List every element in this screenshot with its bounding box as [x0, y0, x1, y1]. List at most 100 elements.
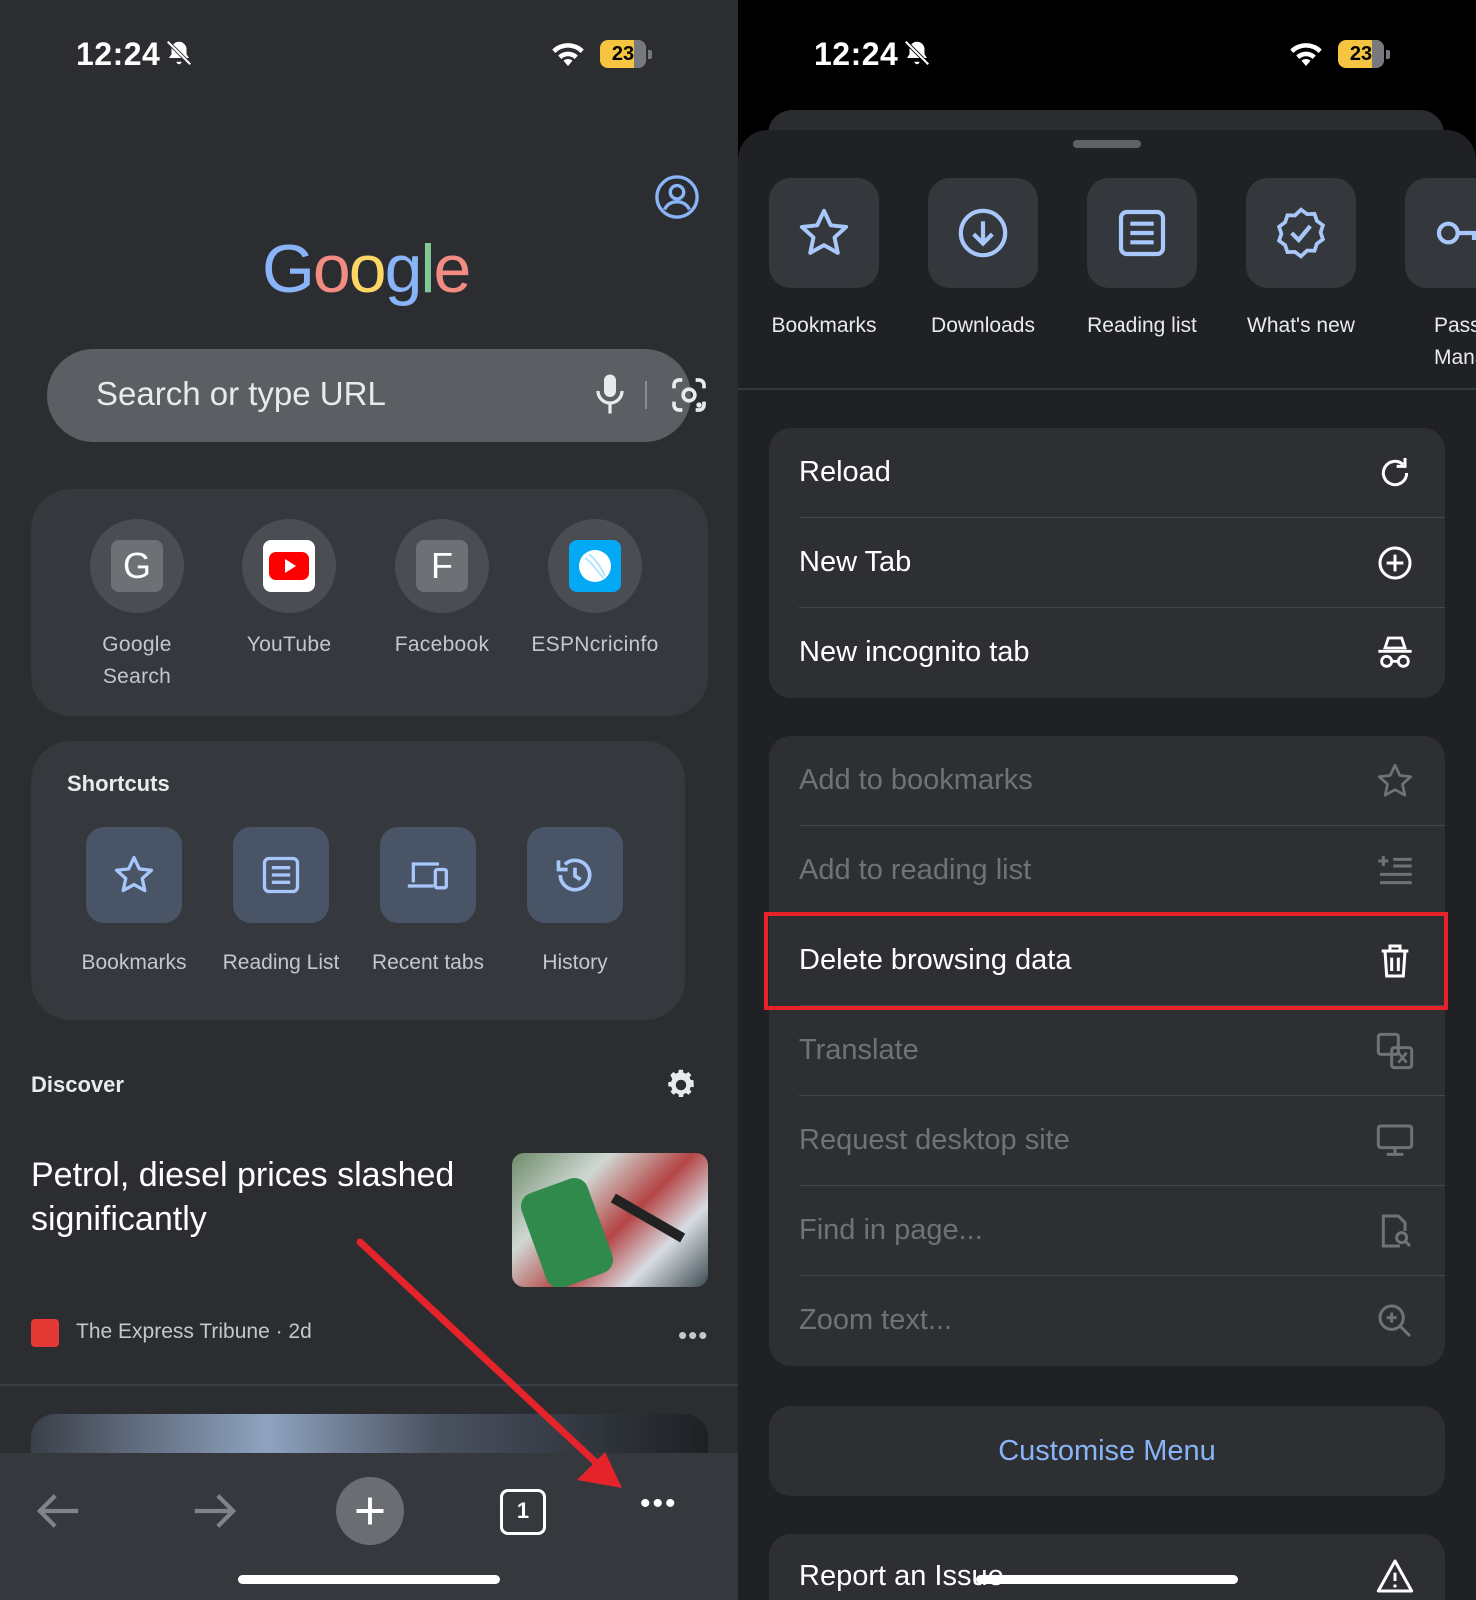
- desktop-icon: [1376, 1124, 1414, 1156]
- shortcut-recent-tabs[interactable]: Recent tabs: [358, 827, 498, 975]
- shortcut-label: Reading List: [222, 951, 340, 974]
- highlight-box: [764, 912, 1448, 1010]
- menu-item-zoom-text[interactable]: Zoom text...: [769, 1276, 1445, 1366]
- quick-action-label: Reading list: [1087, 314, 1197, 337]
- menu-item-find-in-page[interactable]: Find in page...: [769, 1186, 1445, 1276]
- wifi-icon: [1290, 43, 1322, 66]
- sheet-grabber[interactable]: [1073, 140, 1141, 148]
- star-icon: [799, 208, 849, 255]
- menu-item-add-to-reading-list[interactable]: Add to reading list: [769, 826, 1445, 916]
- new-tab-button[interactable]: [336, 1477, 404, 1545]
- star-icon: [114, 855, 154, 893]
- shortcut-label: History: [542, 951, 608, 974]
- menu-item-label: Zoom text...: [799, 1304, 953, 1336]
- google-logo-letter: G: [262, 231, 315, 307]
- article-thumbnail[interactable]: [512, 1153, 708, 1287]
- menu-item-label: Report an Issue: [799, 1560, 1004, 1592]
- shortcut-reading-list[interactable]: Reading List: [211, 827, 351, 975]
- menu-item-label: Find in page...: [799, 1214, 983, 1246]
- gear-icon[interactable]: [663, 1067, 699, 1103]
- menu-item-new-incognito-tab[interactable]: New incognito tab: [769, 608, 1445, 698]
- article-headline[interactable]: Petrol, diesel prices slashed significan…: [31, 1153, 491, 1241]
- feed-divider: [0, 1384, 738, 1386]
- microphone-icon[interactable]: [595, 373, 625, 415]
- menu-item-reload[interactable]: Reload: [769, 428, 1445, 518]
- most-visited-facebook[interactable]: F Facebook: [372, 519, 512, 661]
- more-menu-icon[interactable]: •••: [640, 1487, 688, 1527]
- most-visited-card: G Google Search YouTube F Facebook ESPNcr…: [31, 489, 708, 716]
- battery-icon: 23: [600, 40, 652, 68]
- tab-switcher-button[interactable]: 1: [500, 1489, 546, 1535]
- menu-item-new-tab[interactable]: New Tab: [769, 518, 1445, 608]
- article-source: The Express Tribune · 2d: [76, 1320, 312, 1343]
- warning-icon: [1376, 1559, 1414, 1593]
- customise-menu-button[interactable]: Customise Menu: [769, 1406, 1445, 1496]
- menu-group-page: Add to bookmarks Add to reading list Del…: [769, 736, 1445, 1366]
- bell-off-icon: [904, 40, 930, 66]
- menu-item-translate[interactable]: Translate: [769, 1006, 1445, 1096]
- quick-action-label-line2: Manag: [1434, 346, 1476, 369]
- tile-label: ESPNcricinfo: [531, 633, 659, 656]
- list-icon: [1118, 209, 1166, 257]
- find-icon: [1381, 1214, 1412, 1248]
- menu-item-label: Translate: [799, 1034, 919, 1066]
- express-tribune-logo-icon: [31, 1319, 59, 1347]
- quick-action-label: Passw: [1434, 314, 1476, 337]
- download-icon: [958, 208, 1008, 258]
- right-screen-overflow-menu: 12:24 23 Bookmarks Downloads Reading lis…: [738, 0, 1476, 1600]
- shortcut-bookmarks[interactable]: Bookmarks: [64, 827, 204, 975]
- incognito-icon: [1378, 636, 1412, 668]
- menu-item-label: Add to bookmarks: [799, 764, 1033, 796]
- quick-action-bookmarks[interactable]: Bookmarks: [749, 178, 899, 342]
- google-logo-letter: l: [420, 231, 435, 307]
- tile-label: YouTube: [246, 633, 332, 656]
- shortcut-history[interactable]: History: [505, 827, 645, 975]
- search-bar[interactable]: Search or type URL: [47, 349, 706, 442]
- account-avatar-icon[interactable]: [654, 174, 700, 220]
- quick-action-label: Downloads: [931, 314, 1035, 337]
- home-indicator: [238, 1575, 500, 1584]
- reload-icon: [1381, 458, 1409, 487]
- tile-label: Facebook: [394, 633, 490, 656]
- google-lens-icon[interactable]: [669, 375, 709, 415]
- quick-action-downloads[interactable]: Downloads: [908, 178, 1058, 342]
- status-bar: 12:24 23: [76, 34, 676, 74]
- quick-actions-divider: [738, 388, 1476, 390]
- most-visited-youtube[interactable]: YouTube: [219, 519, 359, 661]
- google-logo-letter: e: [433, 231, 472, 307]
- article-more-icon[interactable]: •••: [678, 1320, 708, 1351]
- home-indicator: [976, 1575, 1238, 1584]
- status-time: 12:24: [76, 36, 161, 72]
- battery-level: 23: [611, 43, 635, 65]
- quick-action-reading-list[interactable]: Reading list: [1067, 178, 1217, 342]
- quick-action-password-manager[interactable]: Passw Manag: [1385, 178, 1476, 374]
- add-list-icon: [1378, 856, 1412, 885]
- shortcuts-card: Shortcuts Bookmarks Reading List Recent …: [31, 741, 685, 1020]
- most-visited-espncricinfo[interactable]: ESPNcricinfo: [525, 519, 665, 661]
- menu-item-add-to-bookmarks[interactable]: Add to bookmarks: [769, 736, 1445, 826]
- espncricinfo-icon: [569, 540, 621, 592]
- menu-item-request-desktop-site[interactable]: Request desktop site: [769, 1096, 1445, 1186]
- list-icon: [262, 856, 300, 894]
- quick-action-whats-new[interactable]: What's new: [1226, 178, 1376, 342]
- google-logo-letter: o: [312, 231, 351, 307]
- menu-group-tabs: Reload New Tab New incognito tab: [769, 428, 1445, 698]
- menu-item-label: Add to reading list: [799, 854, 1032, 886]
- google-logo-letter: g: [384, 231, 423, 307]
- most-visited-google-search[interactable]: G Google Search: [67, 519, 207, 693]
- battery-icon: 23: [1338, 40, 1390, 68]
- menu-item-report-issue[interactable]: Report an Issue: [769, 1534, 1445, 1600]
- forward-arrow-icon[interactable]: [191, 1491, 237, 1531]
- key-icon: [1436, 221, 1476, 245]
- google-g-icon: G: [111, 540, 163, 592]
- menu-item-label: New incognito tab: [799, 636, 1030, 668]
- shortcut-label: Recent tabs: [371, 951, 485, 974]
- tile-label-line2: Search: [102, 665, 172, 688]
- facebook-f-icon: F: [416, 540, 468, 592]
- back-arrow-icon[interactable]: [36, 1491, 82, 1531]
- left-screen-new-tab-page: 12:24 23 Google Search or type URL G Goo…: [0, 0, 738, 1600]
- shortcuts-title: Shortcuts: [67, 771, 170, 796]
- tile-label: Google: [102, 633, 172, 656]
- menu-item-label: New Tab: [799, 546, 912, 578]
- status-time: 12:24: [814, 36, 899, 72]
